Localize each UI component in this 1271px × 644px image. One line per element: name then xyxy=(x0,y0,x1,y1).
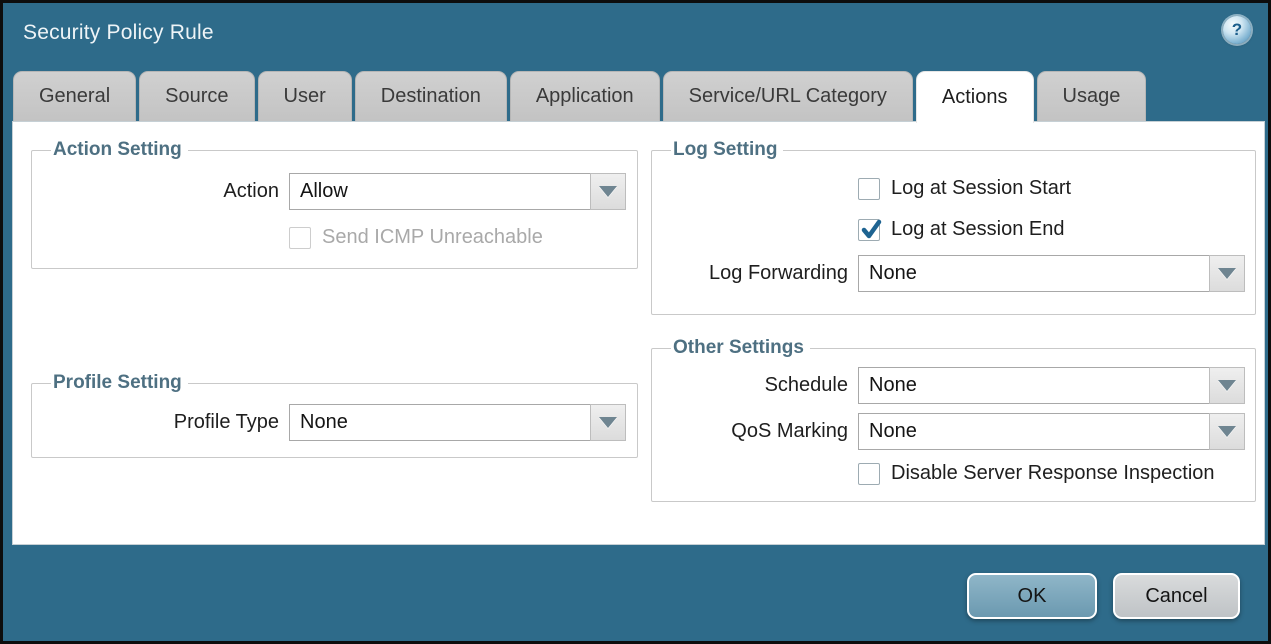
chevron-down-icon xyxy=(1218,380,1236,391)
profile-type-label: Profile Type xyxy=(42,411,279,434)
log-forwarding-dropdown-value[interactable]: None xyxy=(858,255,1209,292)
tab-destination[interactable]: Destination xyxy=(355,71,507,121)
action-setting-group: Action Setting Action Allow Send ICMP Un… xyxy=(31,139,638,269)
chevron-down-icon xyxy=(1218,426,1236,437)
action-dropdown-button[interactable] xyxy=(590,173,626,210)
tab-usage[interactable]: Usage xyxy=(1037,71,1147,121)
title-bar: Security Policy Rule ? xyxy=(3,3,1268,65)
security-policy-rule-dialog: Security Policy Rule ? General Source Us… xyxy=(0,0,1271,644)
profile-type-dropdown-button[interactable] xyxy=(590,404,626,441)
chevron-down-icon xyxy=(599,186,617,197)
action-dropdown[interactable]: Allow xyxy=(289,173,626,210)
action-dropdown-value[interactable]: Allow xyxy=(289,173,590,210)
qos-marking-dropdown-value[interactable]: None xyxy=(858,413,1209,450)
schedule-dropdown-button[interactable] xyxy=(1209,367,1245,404)
disable-server-response-inspection-checkbox[interactable] xyxy=(858,463,880,485)
profile-setting-legend: Profile Setting xyxy=(51,372,188,394)
other-settings-group: Other Settings Schedule None QoS Marking… xyxy=(651,337,1256,502)
action-label: Action xyxy=(42,180,279,203)
log-at-session-end-label: Log at Session End xyxy=(891,218,1064,241)
profile-type-dropdown-value[interactable]: None xyxy=(289,404,590,441)
send-icmp-unreachable-label: Send ICMP Unreachable xyxy=(322,226,543,249)
tab-service-url-category[interactable]: Service/URL Category xyxy=(663,71,913,121)
log-forwarding-dropdown-button[interactable] xyxy=(1209,255,1245,292)
schedule-dropdown[interactable]: None xyxy=(858,367,1245,404)
tab-general[interactable]: General xyxy=(13,71,136,121)
cancel-button[interactable]: Cancel xyxy=(1113,573,1240,619)
chevron-down-icon xyxy=(1218,268,1236,279)
qos-marking-dropdown-button[interactable] xyxy=(1209,413,1245,450)
schedule-label: Schedule xyxy=(662,374,848,397)
log-forwarding-dropdown[interactable]: None xyxy=(858,255,1245,292)
log-setting-legend: Log Setting xyxy=(671,139,783,161)
log-setting-group: Log Setting Log at Session Start Log at … xyxy=(651,139,1256,315)
profile-setting-group: Profile Setting Profile Type None xyxy=(31,372,638,458)
log-at-session-start-label: Log at Session Start xyxy=(891,177,1071,200)
disable-server-response-inspection-label: Disable Server Response Inspection xyxy=(891,462,1215,485)
schedule-dropdown-value[interactable]: None xyxy=(858,367,1209,404)
log-forwarding-label: Log Forwarding xyxy=(662,262,848,285)
help-icon[interactable]: ? xyxy=(1223,16,1251,44)
log-at-session-end-checkbox[interactable] xyxy=(858,219,880,241)
ok-button[interactable]: OK xyxy=(967,573,1097,619)
chevron-down-icon xyxy=(599,417,617,428)
qos-marking-dropdown[interactable]: None xyxy=(858,413,1245,450)
tab-source[interactable]: Source xyxy=(139,71,254,121)
action-setting-legend: Action Setting xyxy=(51,139,188,161)
log-at-session-start-checkbox[interactable] xyxy=(858,178,880,200)
profile-type-dropdown[interactable]: None xyxy=(289,404,626,441)
tab-actions[interactable]: Actions xyxy=(916,71,1034,123)
tab-application[interactable]: Application xyxy=(510,71,660,121)
send-icmp-unreachable-checkbox xyxy=(289,227,311,249)
actions-tab-panel: Action Setting Action Allow Send ICMP Un… xyxy=(12,121,1265,545)
other-settings-legend: Other Settings xyxy=(671,337,810,359)
tab-bar: General Source User Destination Applicat… xyxy=(13,71,1146,123)
dialog-title: Security Policy Rule xyxy=(23,21,214,45)
qos-marking-label: QoS Marking xyxy=(662,420,848,443)
tab-user[interactable]: User xyxy=(258,71,352,121)
